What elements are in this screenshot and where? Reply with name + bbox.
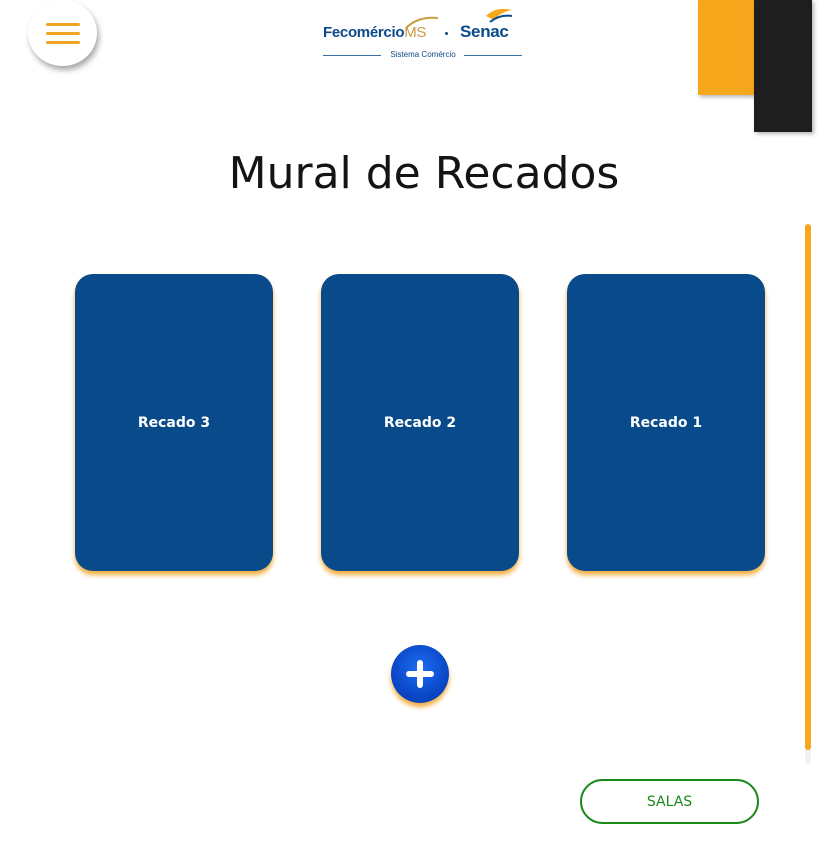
logo-senac: Senac bbox=[460, 22, 509, 41]
page-title: Mural de Recados bbox=[228, 148, 620, 199]
logo-separator bbox=[445, 32, 448, 35]
salas-button[interactable]: SALAS bbox=[580, 779, 759, 824]
hamburger-icon-bar bbox=[45, 31, 80, 35]
message-card-label: Recado 1 bbox=[629, 414, 703, 431]
hamburger-icon-bar bbox=[45, 40, 80, 44]
message-card[interactable]: Recado 1 bbox=[567, 274, 765, 571]
scrollbar-thumb[interactable] bbox=[805, 224, 811, 750]
logo-fecomercio: FecomércioMS bbox=[323, 24, 427, 41]
logo-tagline: Sistema Comércio bbox=[390, 50, 456, 59]
message-card-label: Recado 3 bbox=[137, 414, 211, 431]
add-message-button[interactable] bbox=[391, 645, 449, 703]
message-card[interactable]: Recado 2 bbox=[321, 274, 519, 571]
decor-black-block bbox=[754, 0, 812, 132]
logo-divider bbox=[464, 55, 522, 56]
hamburger-icon bbox=[45, 22, 80, 26]
plus-icon bbox=[406, 660, 434, 688]
message-card[interactable]: Recado 3 bbox=[75, 274, 273, 571]
decor-orange-block bbox=[698, 0, 756, 95]
menu-button[interactable] bbox=[28, 0, 97, 66]
logo: FecomércioMS Senac Sistema Comércio bbox=[322, 2, 524, 62]
logo-divider bbox=[323, 55, 381, 56]
message-card-label: Recado 2 bbox=[383, 414, 457, 431]
